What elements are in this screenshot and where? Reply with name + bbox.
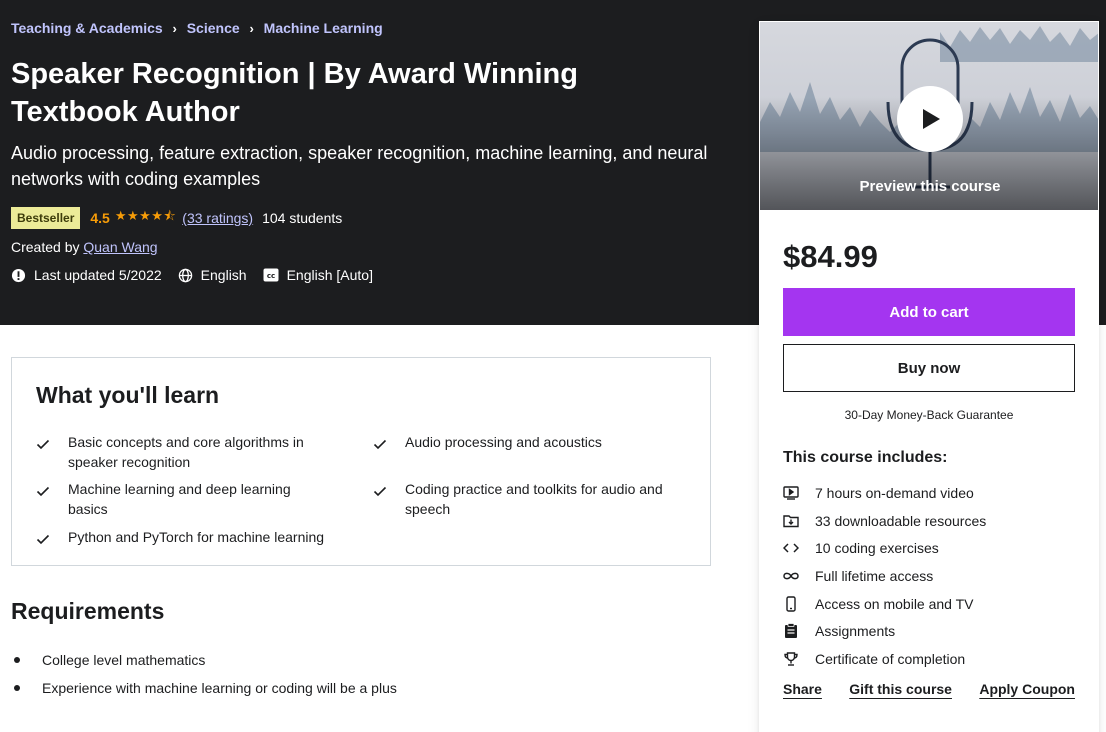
includes-item: Assignments [783, 617, 986, 645]
learn-item: Audio processing and acoustics [373, 432, 663, 455]
requirement-text: College level mathematics [42, 652, 206, 668]
check-icon [36, 527, 52, 550]
includes-label: Access on mobile and TV [815, 595, 974, 612]
download-folder-icon [783, 513, 799, 529]
trophy-icon [783, 651, 799, 667]
check-icon [36, 432, 52, 472]
includes-label: Certificate of completion [815, 650, 966, 667]
requirement-item: Experience with machine learning or codi… [14, 674, 397, 702]
video-icon [783, 485, 799, 501]
includes-item: 10 coding exercises [783, 534, 986, 562]
includes-item: Full lifetime access [783, 562, 986, 590]
includes-item: Access on mobile and TV [783, 590, 986, 618]
breadcrumb: Teaching & Academics › Science › Machine… [11, 20, 383, 36]
check-icon [373, 432, 389, 455]
includes-title: This course includes: [783, 449, 948, 466]
language-text: English [200, 267, 247, 283]
what-you-learn-box: What you'll learn Basic concepts and cor… [11, 357, 711, 566]
learn-item: Coding practice and toolkits for audio a… [373, 479, 663, 519]
buy-now-button[interactable]: Buy now [783, 344, 1075, 392]
breadcrumb-machine-learning[interactable]: Machine Learning [264, 20, 383, 36]
course-captions: cc English [Auto] [263, 267, 373, 283]
rating-value: 4.5 [90, 210, 110, 226]
add-to-cart-button[interactable]: Add to cart [783, 288, 1075, 336]
learn-item-text: Coding practice and toolkits for audio a… [405, 481, 663, 517]
requirement-text: Experience with machine learning or codi… [42, 680, 397, 696]
star-rating-icon: ★★★★⯪ [114, 208, 177, 223]
globe-icon [178, 268, 192, 282]
closed-captions-icon: cc [263, 268, 279, 282]
learn-item-text: Basic concepts and core algorithms in sp… [68, 434, 304, 470]
breadcrumb-teaching-academics[interactable]: Teaching & Academics [11, 20, 163, 36]
includes-label: 10 coding exercises [815, 540, 939, 557]
course-title: Speaker Recognition | By Award Winning T… [11, 58, 578, 128]
created-by: Created by Quan Wang [11, 239, 158, 255]
check-icon [36, 479, 52, 519]
author-link[interactable]: Quan Wang [83, 239, 157, 255]
requirements-list: College level mathematics Experience wit… [14, 646, 397, 702]
mobile-icon [783, 595, 799, 612]
check-icon [373, 479, 389, 519]
includes-item: 33 downloadable resources [783, 507, 986, 535]
bullet-icon [14, 657, 20, 663]
infinity-icon [783, 568, 799, 584]
course-language: English [178, 267, 247, 283]
learn-item: Basic concepts and core algorithms in sp… [36, 432, 326, 472]
chevron-right-icon: › [172, 20, 177, 36]
alert-badge-icon [11, 268, 26, 282]
play-icon [923, 109, 940, 129]
breadcrumb-science[interactable]: Science [187, 20, 240, 36]
purchase-sidebar: Preview this course $84.99 Add to cart B… [759, 21, 1099, 732]
gift-course-link[interactable]: Gift this course [849, 681, 952, 697]
requirement-item: College level mathematics [14, 646, 397, 674]
requirements-title: Requirements [11, 598, 165, 624]
includes-label: Full lifetime access [815, 567, 934, 584]
created-by-label: Created by [11, 239, 80, 255]
learn-item-text: Machine learning and deep learning basic… [68, 481, 291, 517]
captions-text: English [Auto] [286, 267, 373, 283]
includes-item: Certificate of completion [783, 645, 986, 673]
apply-coupon-link[interactable]: Apply Coupon [979, 681, 1075, 697]
bullet-icon [14, 685, 20, 691]
money-back-guarantee: 30-Day Money-Back Guarantee [844, 408, 1014, 422]
course-preview[interactable]: Preview this course [759, 21, 1099, 211]
bestseller-badge: Bestseller [11, 207, 81, 229]
code-icon [783, 540, 799, 556]
students-count: 104 students [262, 210, 343, 226]
includes-item: 7 hours on-demand video [783, 479, 986, 507]
course-meta: Last updated 5/2022 English cc English [… [11, 267, 389, 283]
includes-label: 7 hours on-demand video [815, 484, 974, 501]
assignment-icon [783, 623, 799, 639]
sidebar-links: Share Gift this course Apply Coupon [783, 681, 1075, 697]
play-button[interactable] [897, 86, 963, 152]
includes-list: 7 hours on-demand video 33 downloadable … [783, 479, 986, 673]
course-subtitle: Audio processing, feature extraction, sp… [11, 143, 708, 189]
includes-label: 33 downloadable resources [815, 512, 987, 529]
learn-item-text: Python and PyTorch for machine learning [68, 529, 325, 545]
preview-label[interactable]: Preview this course [760, 178, 1098, 195]
last-updated: Last updated 5/2022 [11, 267, 162, 283]
learn-title: What you'll learn [36, 382, 220, 408]
rating-row: Bestseller 4.5 ★★★★⯪ (33 ratings) 104 st… [11, 207, 342, 229]
learn-item-text: Audio processing and acoustics [405, 434, 602, 450]
chevron-right-icon: › [249, 20, 254, 36]
course-price: $84.99 [783, 239, 878, 274]
learn-item: Python and PyTorch for machine learning [36, 527, 326, 550]
last-updated-text: Last updated 5/2022 [34, 267, 162, 283]
ratings-count-link[interactable]: (33 ratings) [182, 210, 253, 226]
svg-text:cc: cc [266, 272, 274, 280]
includes-label: Assignments [815, 623, 896, 640]
share-link[interactable]: Share [783, 681, 822, 697]
learn-item: Machine learning and deep learning basic… [36, 479, 326, 519]
